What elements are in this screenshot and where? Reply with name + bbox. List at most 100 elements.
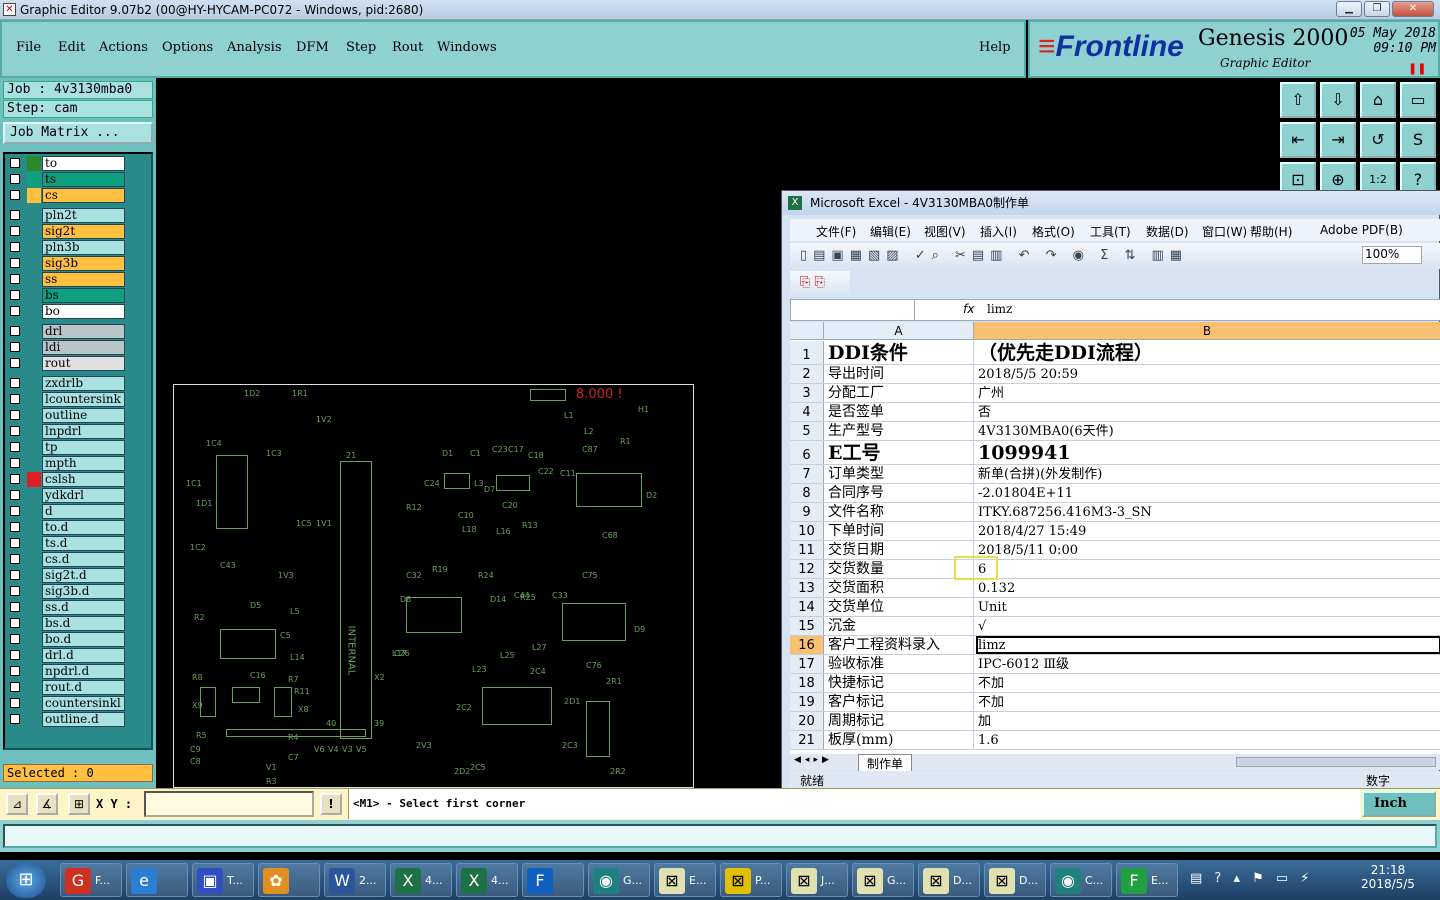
cell-a[interactable]: 交货面积	[826, 579, 974, 597]
layer-checkbox[interactable]	[10, 358, 20, 368]
cell-a[interactable]: 验收标准	[826, 655, 974, 673]
cell-b[interactable]: 广州	[976, 384, 1440, 402]
excel-menu-item[interactable]: 格式(O)	[1032, 223, 1075, 240]
layer-checkbox[interactable]	[10, 714, 20, 724]
row-header[interactable]: 1	[790, 341, 824, 364]
row-header[interactable]: 14	[790, 598, 824, 616]
layer-color-swatch[interactable]	[27, 568, 41, 583]
job-matrix-button[interactable]: Job Matrix ...	[3, 122, 153, 144]
layer-name[interactable]: pln2t	[42, 208, 125, 223]
row-header[interactable]: 4	[790, 403, 824, 421]
layer-name[interactable]: npdrl.d	[42, 664, 125, 679]
layer-row[interactable]: ss	[7, 272, 125, 287]
layer-row[interactable]: ts	[7, 172, 125, 187]
taskbar-item[interactable]: X 4...	[456, 863, 518, 897]
row-header[interactable]: 11	[790, 541, 824, 559]
excel-menu-item[interactable]: 帮助(H)	[1250, 223, 1292, 240]
layer-name[interactable]: drl	[42, 324, 125, 339]
layer-name[interactable]: to	[42, 156, 125, 171]
cell-b[interactable]: 2018/5/11 0:00	[976, 541, 1440, 559]
layer-name[interactable]: drl.d	[42, 648, 125, 663]
layer-name[interactable]: ldi	[42, 340, 125, 355]
layer-color-swatch[interactable]	[27, 272, 41, 287]
row-header[interactable]: 5	[790, 422, 824, 440]
menu-edit[interactable]: Edit	[58, 40, 85, 55]
tray-clock[interactable]: 21:18 2018/5/5	[1356, 863, 1420, 891]
cell-a[interactable]: 下单时间	[826, 522, 974, 540]
layer-checkbox[interactable]	[10, 618, 20, 628]
minimize-button[interactable]: ▁	[1336, 1, 1362, 17]
cell-b[interactable]: Unit	[976, 598, 1440, 616]
layer-row[interactable]: lcountersink	[7, 392, 125, 407]
layer-color-swatch[interactable]	[27, 356, 41, 371]
layer-name[interactable]: bo	[42, 304, 125, 319]
layer-name[interactable]: ydkdrl	[42, 488, 125, 503]
layer-color-swatch[interactable]	[27, 712, 41, 727]
layer-row[interactable]: rout.d	[7, 680, 125, 695]
layer-checkbox[interactable]	[10, 506, 20, 516]
layer-row[interactable]: to.d	[7, 520, 125, 535]
layer-row[interactable]: drl	[7, 324, 125, 339]
layer-row[interactable]: countersinkl	[7, 696, 125, 711]
cell-b[interactable]: ITKY.687256.416M3-3_SN	[976, 503, 1440, 521]
layer-checkbox[interactable]	[10, 554, 20, 564]
cell-a[interactable]: 是否签单	[826, 403, 974, 421]
layer-name[interactable]: ss	[42, 272, 125, 287]
layer-color-swatch[interactable]	[27, 208, 41, 223]
cell-b[interactable]: 1.6	[976, 731, 1440, 749]
s-icon[interactable]: S	[1400, 122, 1436, 158]
alert-icon[interactable]: !	[320, 793, 342, 815]
layer-color-swatch[interactable]	[27, 156, 41, 171]
cell-a[interactable]: 交货数量	[826, 560, 974, 578]
layer-row[interactable]: cs.d	[7, 552, 125, 567]
layer-color-swatch[interactable]	[27, 392, 41, 407]
menu-analysis[interactable]: Analysis	[227, 40, 282, 55]
layer-checkbox[interactable]	[10, 474, 20, 484]
layer-checkbox[interactable]	[10, 602, 20, 612]
row-header[interactable]: 20	[790, 712, 824, 730]
layer-checkbox[interactable]	[10, 190, 20, 200]
layer-row[interactable]: bs.d	[7, 616, 125, 631]
cell-b[interactable]: 0.132	[976, 579, 1440, 597]
formula-input[interactable]: limz	[987, 302, 1012, 316]
layer-name[interactable]: sig2t.d	[42, 568, 125, 583]
layer-row[interactable]: ss.d	[7, 600, 125, 615]
menu-windows[interactable]: Windows	[437, 40, 497, 55]
layer-row[interactable]: lnpdrl	[7, 424, 125, 439]
row-header[interactable]: 13	[790, 579, 824, 597]
layer-color-swatch[interactable]	[27, 632, 41, 647]
import-icon[interactable]: ⇤	[1280, 122, 1316, 158]
layer-name[interactable]: bs	[42, 288, 125, 303]
excel-menu-item[interactable]: 数据(D)	[1146, 223, 1189, 240]
menu-options[interactable]: Options	[162, 40, 213, 55]
export-icon[interactable]: ⇥	[1320, 122, 1356, 158]
layer-name[interactable]: outline.d	[42, 712, 125, 727]
layer-row[interactable]: outline	[7, 408, 125, 423]
layer-checkbox[interactable]	[10, 242, 20, 252]
cell-b[interactable]: limz	[976, 636, 1440, 654]
layer-name[interactable]: rout	[42, 356, 125, 371]
layer-name[interactable]: ss.d	[42, 600, 125, 615]
cell-a[interactable]: 合同序号	[826, 484, 974, 502]
layer-row[interactable]: d	[7, 504, 125, 519]
layer-row[interactable]: sig3b	[7, 256, 125, 271]
layer-row[interactable]: to	[7, 156, 125, 171]
layer-color-swatch[interactable]	[27, 288, 41, 303]
excel-menu-item[interactable]: 工具(T)	[1090, 223, 1131, 240]
menu-actions[interactable]: Actions	[99, 40, 148, 55]
layer-name[interactable]: mpth	[42, 456, 125, 471]
layer-row[interactable]: tp	[7, 440, 125, 455]
cell-b[interactable]: 1099941	[976, 441, 1440, 464]
excel-menu-item[interactable]: Adobe PDF(B)	[1320, 223, 1403, 237]
layer-color-swatch[interactable]	[27, 584, 41, 599]
layer-checkbox[interactable]	[10, 274, 20, 284]
row-header[interactable]: 7	[790, 465, 824, 483]
layer-color-swatch[interactable]	[27, 340, 41, 355]
cell-b[interactable]: 否	[976, 403, 1440, 421]
layer-row[interactable]: ldi	[7, 340, 125, 355]
cell-a[interactable]: 快捷标记	[826, 674, 974, 692]
layer-checkbox[interactable]	[10, 342, 20, 352]
layer-name[interactable]: to.d	[42, 520, 125, 535]
snap-icon[interactable]: ⊿	[6, 793, 28, 815]
taskbar-item[interactable]: W 2...	[324, 863, 386, 897]
